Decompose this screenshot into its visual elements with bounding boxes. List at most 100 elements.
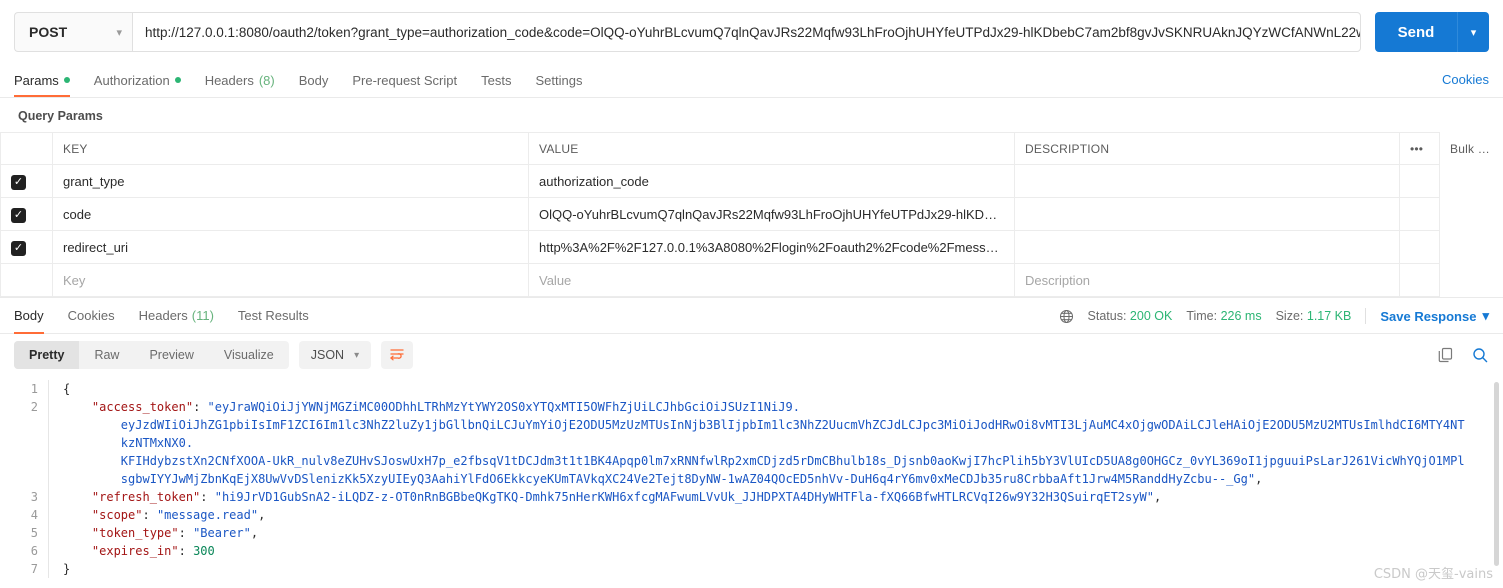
line-number: 3 — [30, 490, 38, 504]
send-button[interactable]: Send — [1375, 12, 1457, 52]
row-checkbox-cell: ✓ — [0, 164, 53, 198]
request-url-input[interactable]: http://127.0.0.1:8080/oauth2/token?grant… — [132, 12, 1361, 52]
search-icon[interactable] — [1471, 346, 1489, 364]
tab-params[interactable]: Params — [14, 63, 82, 97]
tab-tests-label: Tests — [481, 72, 512, 88]
code-line: KFIHdybzstXn2CNfXOOA-UkR_nulv8eZUHvSJosw… — [120, 454, 1465, 468]
row-spacer-2 — [1440, 165, 1503, 198]
response-format-select[interactable]: JSON ▾ — [298, 341, 372, 369]
tab-headers-label: Headers — [204, 72, 254, 88]
size-value: 1.17 KB — [1306, 309, 1352, 323]
save-response-label: Save Response — [1380, 308, 1477, 324]
header-key: KEY — [52, 132, 529, 165]
tab-headers-count: (8) — [258, 72, 275, 88]
response-scrollbar[interactable] — [1494, 382, 1499, 566]
table-row[interactable]: ✓ grant_type authorization_code — [0, 164, 1503, 198]
response-tab-headers[interactable]: Headers (11) — [127, 298, 226, 334]
tab-headers[interactable]: Headers (8) — [193, 63, 287, 97]
chevron-down-icon: ▾ — [116, 26, 122, 39]
tab-pre-request-script[interactable]: Pre-request Script — [340, 63, 469, 97]
table-row-empty[interactable]: Key Value Description — [0, 263, 1503, 297]
line-number — [0, 470, 38, 488]
header-value: VALUE — [528, 132, 1015, 165]
response-tab-test-results[interactable]: Test Results — [226, 298, 321, 334]
row-checkbox-cell: ✓ — [0, 197, 53, 231]
row-key[interactable]: grant_type — [52, 164, 529, 198]
row-description[interactable] — [1014, 197, 1400, 231]
chevron-down-icon: ▾ — [1482, 308, 1489, 323]
send-options-caret[interactable]: ▾ — [1457, 12, 1489, 52]
response-tab-body[interactable]: Body — [14, 298, 56, 334]
response-view-actions — [1437, 346, 1489, 364]
line-number: 1 — [30, 382, 38, 396]
new-key-input[interactable]: Key — [52, 263, 529, 297]
copy-icon[interactable] — [1437, 346, 1455, 364]
http-method-value: POST — [29, 24, 68, 40]
checkbox-checked-icon[interactable]: ✓ — [11, 240, 26, 256]
time-label: Time: — [1186, 309, 1218, 323]
response-tab-body-label: Body — [14, 308, 44, 323]
status-label: Status: — [1087, 309, 1127, 323]
tab-settings[interactable]: Settings — [523, 63, 594, 97]
word-wrap-icon — [389, 346, 405, 365]
meta-divider — [1365, 308, 1367, 324]
request-url-bar: POST ▾ http://127.0.0.1:8080/oauth2/toke… — [0, 0, 1503, 64]
response-code-lines: { "access_token": "eyJraWQiOiJjYWNjMGZiM… — [48, 380, 1503, 578]
response-body-viewer[interactable]: 1 2 3 4 5 6 7 { "access_token": "eyJraWQiOiJj… — [0, 376, 1503, 581]
row-key[interactable]: redirect_uri — [52, 230, 529, 264]
query-params-table: KEY VALUE DESCRIPTION ••• Bulk Edit ✓ gr… — [0, 132, 1503, 297]
line-number: 6 — [30, 544, 38, 558]
line-number: 2 — [30, 400, 38, 414]
response-tab-headers-count: (11) — [191, 308, 214, 323]
row-spacer — [1399, 197, 1440, 231]
table-header-row: KEY VALUE DESCRIPTION ••• Bulk Edit — [0, 132, 1503, 165]
more-options-button[interactable]: ••• — [1399, 132, 1440, 165]
line-number — [0, 416, 38, 434]
row-value[interactable]: OlQQ-oYuhrBLcvumQ7qlnQavJRs22Mqfw93LhFro… — [528, 197, 1015, 231]
save-response-button[interactable]: Save Response ▾ — [1380, 308, 1489, 324]
row-key[interactable]: code — [52, 197, 529, 231]
word-wrap-toggle[interactable] — [381, 341, 414, 369]
code-line: } — [63, 562, 71, 576]
view-mode-visualize[interactable]: Visualize — [209, 341, 289, 369]
code-line: kzNTMxNX0. — [120, 436, 194, 450]
authorization-modified-dot-icon — [174, 77, 181, 83]
row-description[interactable] — [1014, 164, 1400, 198]
new-value-input[interactable]: Value — [528, 263, 1015, 297]
view-mode-raw[interactable]: Raw — [79, 341, 134, 369]
time-value: 226 ms — [1220, 309, 1262, 323]
response-tab-test-results-label: Test Results — [237, 308, 309, 323]
code-line: "refresh_token": "hi9JrVD1GubSnA2-iLQDZ-… — [91, 490, 1162, 504]
row-spacer — [1399, 230, 1440, 264]
code-line: "expires_in": 300 — [91, 544, 215, 558]
checkbox-checked-icon[interactable]: ✓ — [11, 174, 26, 190]
view-mode-preview[interactable]: Preview — [134, 341, 208, 369]
tab-body[interactable]: Body — [287, 63, 341, 97]
checkbox-checked-icon[interactable]: ✓ — [11, 207, 26, 223]
tab-authorization[interactable]: Authorization — [82, 63, 193, 97]
params-modified-dot-icon — [63, 77, 70, 83]
bulk-edit-button[interactable]: Bulk Edit — [1439, 132, 1503, 165]
send-button-group: Send ▾ — [1375, 12, 1489, 52]
line-number: 4 — [30, 508, 38, 522]
view-mode-pretty[interactable]: Pretty — [14, 341, 80, 369]
size-badge: Size: 1.17 KB — [1276, 309, 1352, 323]
table-row[interactable]: ✓ code OlQQ-oYuhrBLcvumQ7qlnQavJRs22Mqfw… — [0, 197, 1503, 231]
code-line: "token_type": "Bearer", — [91, 526, 259, 540]
new-description-input[interactable]: Description — [1014, 263, 1400, 297]
status-value: 200 OK — [1129, 309, 1173, 323]
request-tabs: Params Authorization Headers (8) Body Pr… — [0, 64, 1503, 98]
row-checkbox-cell: ✓ — [0, 230, 53, 264]
cookies-link[interactable]: Cookies — [1442, 72, 1489, 87]
tab-tests[interactable]: Tests — [469, 63, 523, 97]
http-method-select[interactable]: POST ▾ — [14, 12, 132, 52]
table-row[interactable]: ✓ redirect_uri http%3A%2F%2F127.0.0.1%3A… — [0, 230, 1503, 264]
header-description: DESCRIPTION — [1014, 132, 1400, 165]
response-code: 1 2 3 4 5 6 7 { "access_token": "eyJraWQiOiJj… — [0, 380, 1503, 578]
row-value[interactable]: http%3A%2F%2F127.0.0.1%3A8080%2Flogin%2F… — [528, 230, 1015, 264]
response-meta: Status: 200 OK Time: 226 ms Size: 1.17 K… — [1059, 298, 1489, 334]
response-tab-cookies[interactable]: Cookies — [56, 298, 127, 334]
row-description[interactable] — [1014, 230, 1400, 264]
row-value[interactable]: authorization_code — [528, 164, 1015, 198]
header-checkbox-cell — [0, 132, 53, 165]
